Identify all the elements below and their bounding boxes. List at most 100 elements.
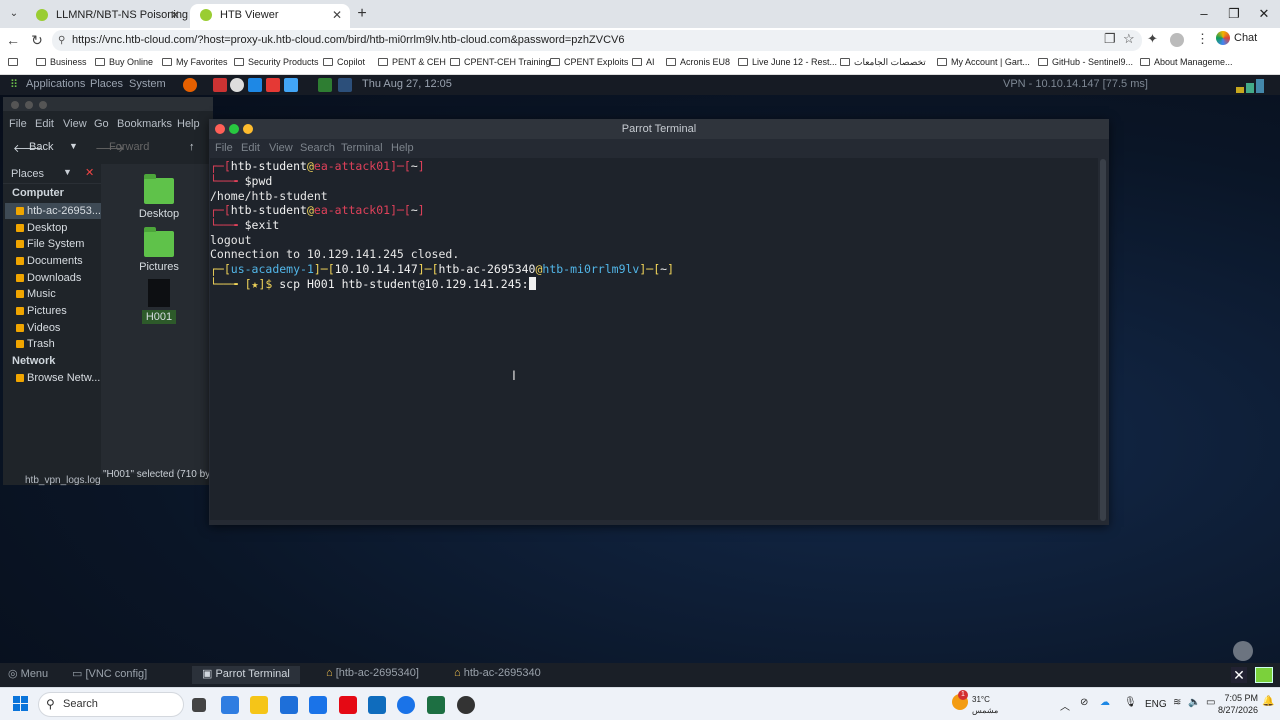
places-menu[interactable]: Places [90,78,123,90]
system-menu[interactable]: System [129,78,166,90]
taskbar-item-vnc-config[interactable]: ▭ [VNC config] [72,667,147,680]
menu-file[interactable]: File [215,142,233,154]
minimize-dot-icon[interactable] [243,124,253,134]
bookmark-item[interactable]: تخصصات الجامعات [840,57,926,68]
taskbar-item-terminal[interactable]: ▣ Parrot Terminal [192,666,300,684]
firefox-icon[interactable] [183,78,197,92]
close-dot-icon[interactable] [11,101,19,109]
applications-menu[interactable]: Applications [26,78,85,90]
browser-icon[interactable] [230,78,244,92]
minimize-button[interactable]: – [1189,4,1219,24]
new-tab-button[interactable]: + [352,4,372,24]
sidebar-item-documents[interactable]: Documents [13,253,101,269]
file-explorer-icon[interactable] [250,696,268,714]
restore-button[interactable]: ❐ [1219,4,1249,24]
language-indicator[interactable]: ENG [1145,699,1167,710]
terminal-output[interactable]: ┌─[htb-student@ea-attack01]─[~] └──╼ $pw… [210,158,1098,520]
back-arrow-icon[interactable]: ← [4,31,22,49]
desktop-file-label[interactable]: htb_vpn_logs.log [25,475,101,486]
up-arrow-icon[interactable]: ↑ [189,141,195,153]
bookmark-item[interactable]: PENT & CEH [378,57,446,67]
bookmarks-apps-icon[interactable] [8,57,18,67]
chevron-up-icon[interactable]: ︿ [1060,698,1070,713]
task-view-icon[interactable] [192,698,206,712]
sidebar-item-browse-network[interactable]: Browse Netw... [13,370,101,386]
app-icon[interactable] [457,696,475,714]
bookmark-item[interactable]: My Favorites [162,57,228,67]
sidebar-item-trash[interactable]: Trash [13,336,101,352]
site-info-icon[interactable]: ⚲ [58,30,65,51]
chat-button[interactable]: Chat [1216,31,1257,45]
tab-htb-viewer[interactable]: HTB Viewer ✕ [190,4,350,28]
bookmark-item[interactable]: Live June 12 - Rest... [738,57,837,67]
menu-view[interactable]: View [63,118,87,130]
sidebar-item-home[interactable]: htb-ac-26953... [5,203,101,219]
extensions-icon[interactable]: ✦ [1147,31,1158,47]
workspace-switcher[interactable] [1255,667,1273,683]
menu-terminal[interactable]: Terminal [341,142,383,154]
system-clock[interactable]: 7:05 PM 8/27/2026 [1198,692,1258,716]
bookmark-item[interactable]: AI [632,57,655,67]
bookmark-item[interactable]: About Manageme... [1140,57,1233,67]
bookmark-item[interactable]: Buy Online [95,57,153,67]
bookmark-item[interactable]: Copilot [323,57,365,67]
menu-help[interactable]: Help [391,142,414,154]
menu-view[interactable]: View [269,142,293,154]
netflix-icon[interactable] [339,696,357,714]
file-item-pictures[interactable]: Pictures [119,227,199,273]
tab-search-chevron-icon[interactable]: ⌄ [6,6,22,22]
apps-grid-icon[interactable]: ⠿ [10,78,18,91]
menu-edit[interactable]: Edit [241,142,260,154]
close-dot-icon[interactable] [215,124,225,134]
menu-go[interactable]: Go [94,118,109,130]
excel-icon[interactable] [427,696,445,714]
close-tab-icon[interactable]: ✕ [332,4,342,26]
places-label[interactable]: Places [11,168,44,180]
bookmark-item[interactable]: Business [36,57,87,67]
menu-bookmarks[interactable]: Bookmarks [117,118,172,130]
back-button[interactable]: Back [29,141,53,153]
chevron-down-icon[interactable]: ▼ [63,167,72,177]
bookmark-item[interactable]: Acronis EU8 [666,57,730,67]
tool-icon[interactable] [266,78,280,92]
app-launcher-icon[interactable] [213,78,227,92]
chrome-icon[interactable] [397,696,415,714]
outlook-icon[interactable] [309,696,327,714]
maximize-dot-icon[interactable] [229,124,239,134]
bookmark-item[interactable]: GitHub - Sentinel9... [1038,57,1133,67]
close-window-button[interactable]: ✕ [1249,4,1279,24]
bookmark-star-icon[interactable]: ☆ [1123,31,1135,47]
onedrive-icon[interactable]: ☁ [1100,697,1110,708]
maximize-dot-icon[interactable] [39,101,47,109]
tray-app-icon[interactable]: ⊘ [1080,697,1088,708]
bookmark-item[interactable]: CPENT Exploits [550,57,628,67]
microphone-icon[interactable]: 🎙 [1124,697,1137,708]
bookmark-item[interactable]: CPENT-CEH Training [450,57,551,67]
window-icon[interactable] [338,78,352,92]
file-item-h001[interactable]: H001 [119,279,199,324]
tab-llmnr[interactable]: LLMNR/NBT-NS Poisoning - from ✕ [26,4,188,28]
outlook-mail-icon[interactable] [368,696,386,714]
menu-button[interactable]: ◎ Menu [8,667,48,680]
chevron-down-icon[interactable]: ▼ [69,141,78,151]
taskbar-search[interactable]: ⚲ Search [38,692,184,717]
bookmark-item[interactable]: My Account | Gart... [937,57,1030,67]
wifi-icon[interactable]: ≋ [1173,697,1181,708]
menu-edit[interactable]: Edit [35,118,54,130]
bookmark-item[interactable]: Security Products [234,57,319,67]
profile-avatar[interactable] [1170,33,1184,47]
weather-widget[interactable]: 31°C مشمس [972,694,998,716]
terminal-scrollbar[interactable] [1100,159,1106,521]
file-item-desktop[interactable]: Desktop [119,174,199,220]
reload-icon[interactable]: ↻ [28,31,46,49]
minimize-dot-icon[interactable] [25,101,33,109]
menu-help[interactable]: Help [177,118,200,130]
sidebar-item-videos[interactable]: Videos [13,320,101,336]
windows-start-icon[interactable] [13,696,29,712]
taskbar-item-home[interactable]: ⌂ htb-ac-2695340 [454,667,541,679]
vnc-close-icon[interactable]: ✕ [1231,667,1247,683]
copy-icon[interactable]: ❐ [1104,31,1116,47]
store-icon[interactable] [280,696,298,714]
notifications-icon[interactable]: 🔔 [1262,696,1274,707]
sidebar-item-downloads[interactable]: Downloads [13,270,101,286]
